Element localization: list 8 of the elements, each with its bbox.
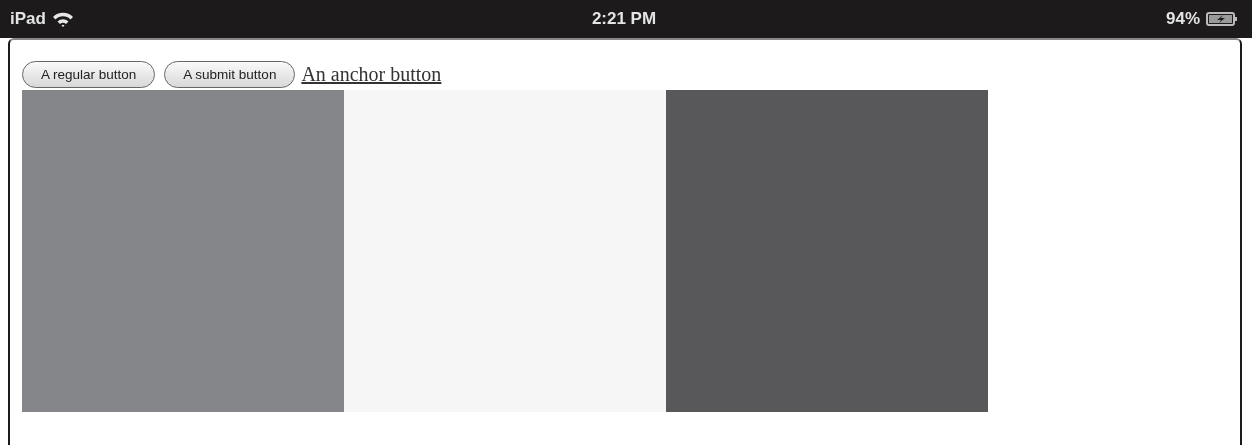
button[interactable]: A submit button (164, 60, 296, 88)
anchor-link[interactable]: An anchor button (301, 62, 442, 86)
clock-time: 2:21 PM (591, 9, 657, 29)
wifi-icon (51, 11, 74, 27)
device-name: iPad (10, 9, 46, 29)
battery-percent: 94% (1165, 9, 1200, 29)
battery-icon (1206, 11, 1238, 27)
button[interactable]: A regular button (22, 60, 156, 88)
